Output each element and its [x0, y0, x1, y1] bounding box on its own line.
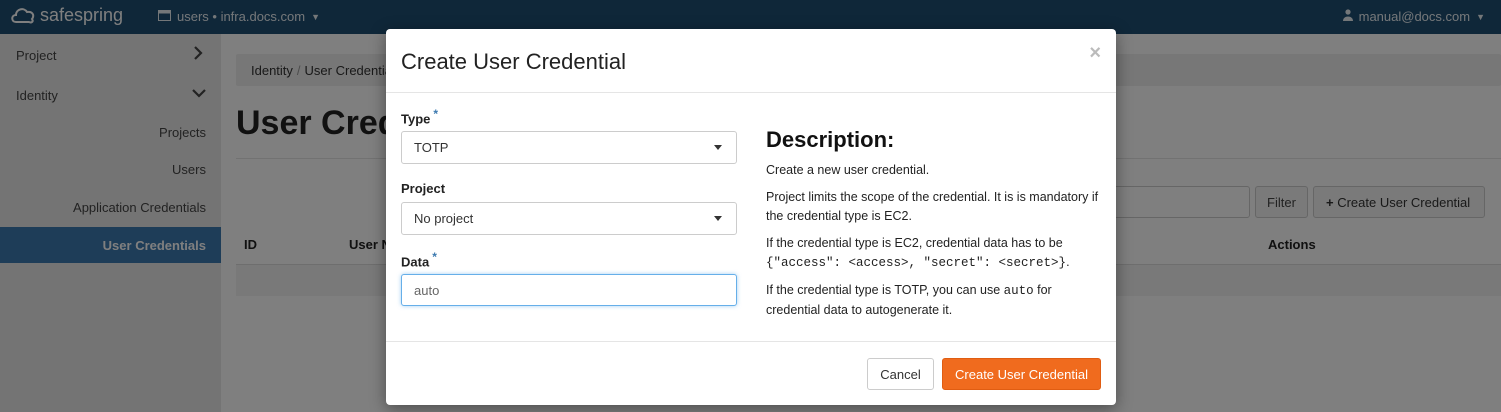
modal-footer: Cancel Create User Credential	[386, 341, 1116, 405]
description-title: Description:	[766, 127, 895, 152]
description-text: If the credential type is EC2, credentia…	[766, 236, 1070, 270]
type-select-value: TOTP	[414, 140, 449, 155]
close-icon[interactable]: ×	[1089, 42, 1101, 65]
data-label: Data *	[401, 250, 437, 270]
project-label: Project	[401, 181, 446, 196]
description-text: Create a new user credential.	[766, 163, 930, 177]
description-panel: Description: Create a new user credentia…	[766, 127, 1101, 328]
project-select[interactable]: No project	[401, 202, 737, 235]
description-text: If the credential type is TOTP, you can …	[766, 283, 1052, 317]
create-user-credential-modal: Create User Credential × Type * TOTP Proj…	[386, 29, 1116, 405]
description-text: Project limits the scope of the credenti…	[766, 190, 1099, 223]
modal-header: Create User Credential ×	[386, 29, 1116, 93]
cancel-button[interactable]: Cancel	[867, 358, 934, 390]
caret-down-icon	[714, 145, 722, 150]
caret-down-icon	[714, 216, 722, 221]
data-input[interactable]: auto	[401, 274, 737, 306]
type-label: Type *	[401, 107, 439, 127]
modal-title: Create User Credential	[401, 49, 626, 74]
type-select[interactable]: TOTP	[401, 131, 737, 164]
project-select-value: No project	[414, 211, 474, 226]
submit-create-button[interactable]: Create User Credential	[942, 358, 1101, 390]
